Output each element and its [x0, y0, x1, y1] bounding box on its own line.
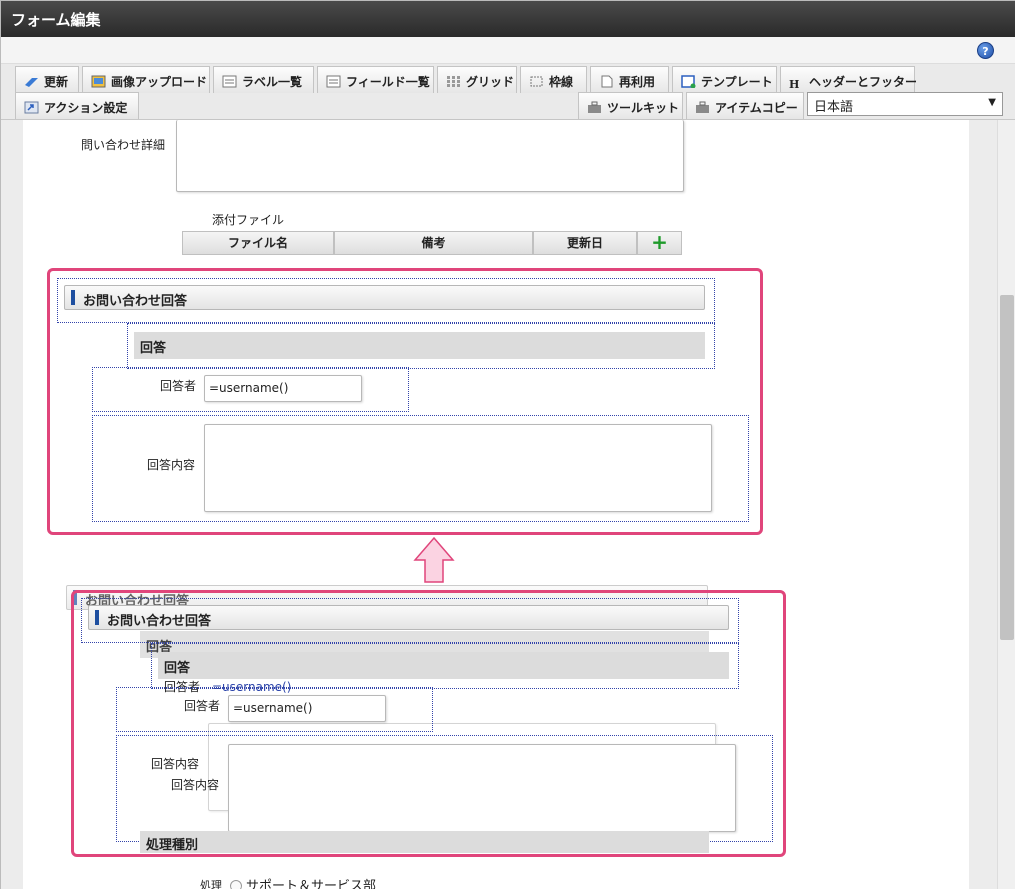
tab-grid[interactable]: グリッド: [437, 66, 517, 93]
reuse-icon: [599, 75, 614, 88]
responder-input-moved[interactable]: =username(): [228, 695, 386, 722]
tab-label-list[interactable]: ラベル一覧: [213, 66, 314, 93]
section-header-answer[interactable]: お問い合わせ回答: [64, 285, 705, 310]
label-list-icon: [222, 75, 237, 88]
vertical-scrollbar[interactable]: [997, 120, 1015, 889]
language-select[interactable]: 日本語 ▼: [807, 92, 1003, 116]
column-header-updated: 更新日: [533, 231, 637, 255]
image-upload-icon: [91, 75, 106, 88]
update-icon: [24, 75, 39, 88]
window-title: フォーム編集: [1, 1, 1015, 37]
toolbar: 更新 画像アップロード ラベル一覧 フィールド一覧 グリッド 枠線 再利用 テン…: [1, 64, 1015, 120]
tab-image-upload[interactable]: 画像アップロード: [82, 66, 210, 93]
tab-toolkit[interactable]: ツールキット: [578, 92, 683, 119]
field-list-icon: [326, 75, 341, 88]
subheader-answer-moved[interactable]: 回答: [158, 652, 729, 679]
tab-field-list[interactable]: フィールド一覧: [317, 66, 434, 93]
responder-label: 回答者: [160, 379, 197, 393]
header-footer-icon: H: [789, 78, 800, 91]
plus-icon: +: [651, 230, 668, 254]
template-icon: [681, 75, 696, 89]
column-header-filename: ファイル名: [182, 231, 334, 255]
tab-header-footer[interactable]: H ヘッダーとフッター: [780, 66, 917, 93]
radio-button[interactable]: [230, 880, 242, 889]
answer-content-textarea[interactable]: [204, 424, 712, 512]
attachment-label: 添付ファイル: [212, 213, 285, 227]
section-header-answer-moved[interactable]: お問い合わせ回答: [88, 605, 729, 630]
border-icon: [529, 75, 544, 88]
tab-template[interactable]: テンプレート: [672, 66, 777, 93]
subheader-answer[interactable]: 回答: [134, 332, 705, 359]
tab-action-settings[interactable]: アクション設定: [15, 92, 139, 119]
subheader-process-type[interactable]: 処理種別: [140, 831, 709, 853]
chevron-down-icon: ▼: [988, 97, 996, 108]
canvas-right-margin: [969, 120, 997, 889]
responder-label-moved: 回答者: [184, 699, 221, 713]
help-bar: ?: [1, 37, 1015, 64]
tab-border[interactable]: 枠線: [520, 66, 587, 93]
attachment-table: ファイル名 備考 更新日 +: [182, 231, 682, 255]
canvas-left-margin: [1, 120, 23, 889]
answer-content-label: 回答内容: [147, 458, 196, 472]
scrollbar-thumb[interactable]: [1000, 295, 1014, 640]
answer-content-label-moved: 回答内容: [171, 778, 220, 792]
arrow-up-icon: [413, 536, 455, 583]
responder-input[interactable]: =username(): [204, 375, 362, 402]
radio-option-support[interactable]: サポート＆サービス部: [230, 875, 376, 889]
tab-update[interactable]: 更新: [15, 66, 79, 93]
action-settings-icon: [24, 101, 39, 114]
inquiry-detail-textarea[interactable]: [176, 120, 684, 192]
toolkit-icon: [587, 101, 602, 114]
tab-item-copy[interactable]: アイテムコピー: [686, 92, 804, 119]
grid-icon: [446, 75, 461, 88]
inquiry-detail-label: 問い合わせ詳細: [81, 138, 166, 152]
process-label: 処理: [200, 879, 222, 889]
form-editor-window: フォーム編集 ? 更新 画像アップロード ラベル一覧 フィールド一覧 グリッド …: [0, 0, 1015, 889]
answer-content-textarea-moved[interactable]: [228, 744, 736, 832]
tab-reuse[interactable]: 再利用: [590, 66, 669, 93]
column-header-note: 備考: [334, 231, 533, 255]
add-attachment-button[interactable]: +: [637, 231, 682, 255]
help-icon[interactable]: ?: [977, 42, 994, 59]
item-copy-icon: [695, 101, 710, 114]
